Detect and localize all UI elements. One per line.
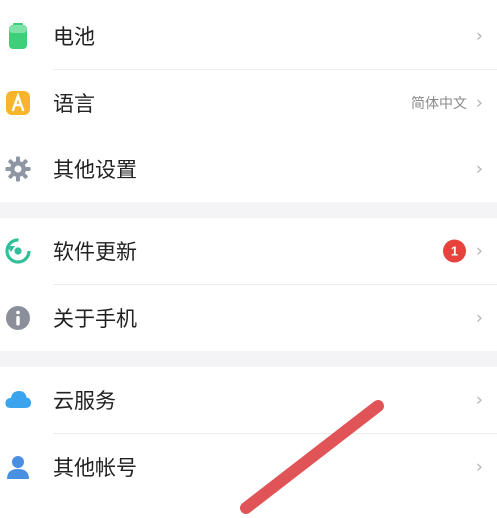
settings-item-about-phone[interactable]: 关于手机 › (0, 285, 497, 351)
section-gap (0, 351, 497, 367)
user-icon (7, 456, 29, 479)
other-accounts-label: 其他帐号 (53, 456, 137, 480)
chevron-right-icon: › (475, 389, 483, 411)
other-settings-label: 其他设置 (53, 158, 137, 182)
battery-icon (9, 23, 27, 49)
chevron-right-icon: › (475, 456, 483, 478)
battery-label: 电池 (53, 25, 95, 49)
about-phone-label: 关于手机 (53, 307, 137, 331)
chevron-right-icon: › (475, 240, 483, 262)
cloud-service-label: 云服务 (53, 389, 116, 413)
gear-icon (5, 156, 31, 182)
settings-item-software-update[interactable]: 软件更新 1 › (0, 218, 497, 284)
software-update-label: 软件更新 (53, 240, 137, 264)
update-count-badge: 1 (443, 239, 466, 263)
settings-item-other-settings[interactable]: 其他设置 › (0, 136, 497, 202)
cloud-icon (5, 391, 31, 408)
language-value: 简体中文 (411, 96, 467, 112)
chevron-right-icon: › (475, 25, 483, 47)
language-icon (6, 91, 30, 115)
chevron-right-icon: › (475, 307, 483, 329)
section-gap (0, 202, 497, 218)
settings-item-cloud-service[interactable]: 云服务 › (0, 367, 497, 433)
language-label: 语言 (53, 92, 95, 116)
info-icon (6, 306, 30, 330)
chevron-right-icon: › (475, 158, 483, 180)
settings-item-battery[interactable]: 电池 › (0, 3, 497, 69)
update-icon (5, 238, 31, 264)
settings-item-language[interactable]: 语言 简体中文 › (0, 70, 497, 136)
settings-item-other-accounts[interactable]: 其他帐号 › (0, 434, 497, 500)
chevron-right-icon: › (475, 92, 483, 114)
